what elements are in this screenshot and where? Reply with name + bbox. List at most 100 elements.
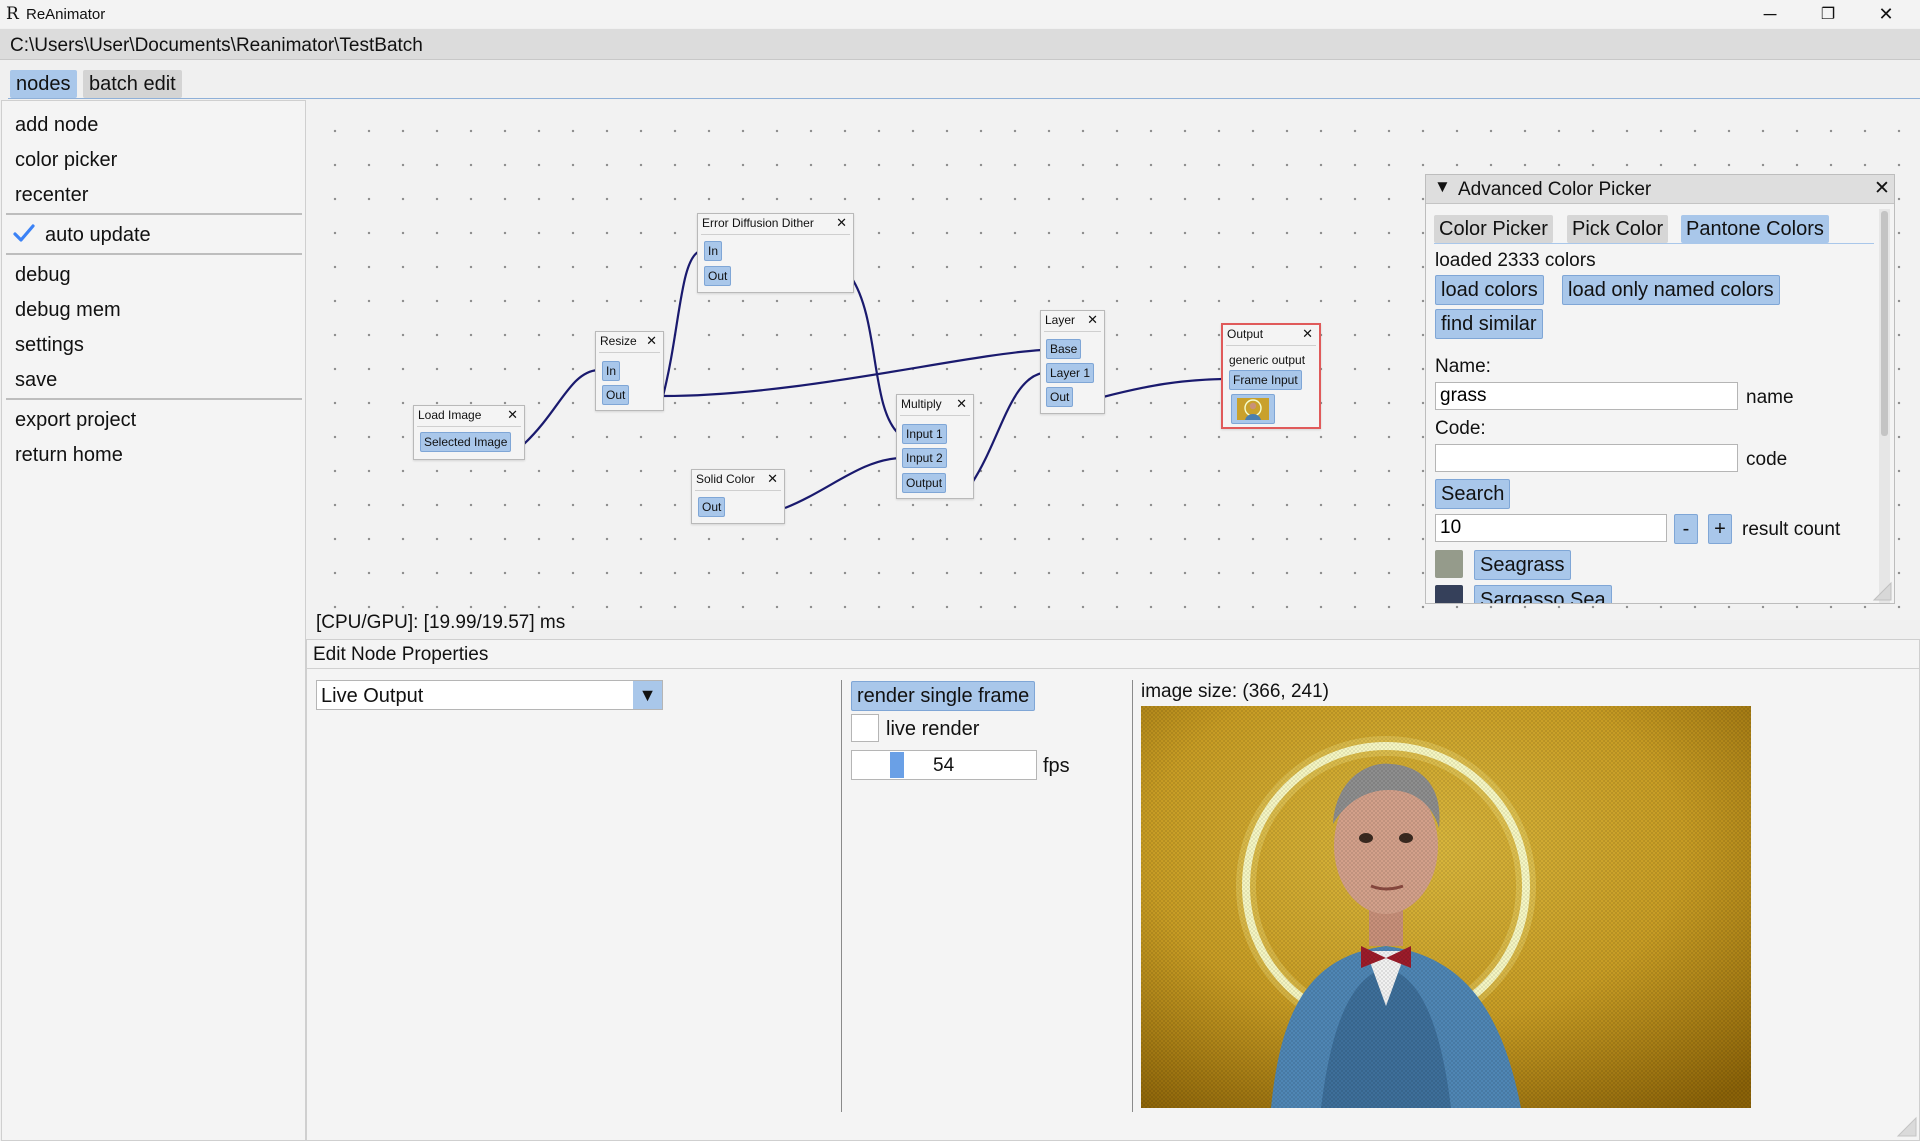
restore-button[interactable]: ❐ <box>1799 0 1857 28</box>
output-thumbnail-button[interactable] <box>1231 394 1275 424</box>
close-icon[interactable]: ✕ <box>836 215 847 231</box>
close-icon[interactable]: ✕ <box>1087 312 1098 328</box>
pin-layer-1[interactable]: Layer 1 <box>1046 363 1095 383</box>
pin-in[interactable]: In <box>602 361 621 381</box>
node-load-image[interactable]: Load Image ✕ Selected Image <box>413 405 525 460</box>
live-render-label: live render <box>886 718 980 740</box>
pin-input-2[interactable]: Input 2 <box>902 448 947 468</box>
close-icon[interactable]: ✕ <box>956 396 967 412</box>
fps-value: 54 <box>933 755 955 776</box>
advanced-color-picker-window: ▼ Advanced Color Picker ✕ Color Picker P… <box>1425 174 1895 604</box>
color-swatch[interactable] <box>1435 550 1463 578</box>
edit-panel-title: Edit Node Properties <box>313 644 489 665</box>
node-output-text: generic output <box>1229 353 1306 367</box>
close-icon[interactable]: ✕ <box>767 471 778 487</box>
colors-loaded-status: loaded 2333 colors <box>1435 250 1596 271</box>
title-bar <box>0 0 1920 28</box>
output-mode-value[interactable]: Live Output <box>321 685 423 708</box>
image-size-label: image size: (366, 241) <box>1141 681 1329 702</box>
menu-divider <box>6 398 302 400</box>
menu-debug-mem[interactable]: debug mem <box>15 299 121 322</box>
pin-in[interactable]: In <box>704 241 723 261</box>
node-divider <box>417 426 521 427</box>
code-input-label: code <box>1746 449 1788 470</box>
render-single-frame-button[interactable]: render single frame <box>851 681 1036 711</box>
menu-recenter[interactable]: recenter <box>15 184 88 207</box>
minimize-button[interactable]: ─ <box>1741 0 1799 28</box>
panel-resize-grip-icon[interactable] <box>1895 1115 1917 1137</box>
picker-title: Advanced Color Picker <box>1458 179 1652 200</box>
tab-nodes[interactable]: nodes <box>10 70 77 98</box>
node-error-diffusion-dither[interactable]: Error Diffusion Dither ✕ In Out <box>697 213 854 293</box>
result-seagrass[interactable]: Seagrass <box>1474 550 1571 580</box>
node-title: Solid Color <box>696 472 755 486</box>
resize-grip-icon[interactable] <box>1872 581 1892 601</box>
node-title: Resize <box>600 334 637 348</box>
collapse-icon[interactable]: ▼ <box>1434 177 1451 197</box>
menu-settings[interactable]: settings <box>15 334 84 357</box>
name-input[interactable] <box>1435 382 1738 410</box>
edit-panel-header <box>307 640 1919 669</box>
node-divider <box>701 234 850 235</box>
tab-underline <box>8 98 1920 99</box>
result-count-input[interactable] <box>1435 514 1667 542</box>
pin-selected-image[interactable]: Selected Image <box>420 432 512 452</box>
code-input[interactable] <box>1435 444 1738 472</box>
tab-pick-color[interactable]: Pick Color <box>1567 215 1669 243</box>
tab-batch-edit[interactable]: batch edit <box>83 70 182 98</box>
menu-color-picker[interactable]: color picker <box>15 149 117 172</box>
pin-out[interactable]: Out <box>1046 387 1074 407</box>
node-divider <box>695 490 781 491</box>
node-title: Output <box>1227 327 1264 341</box>
node-divider <box>599 352 660 353</box>
name-label: Name: <box>1435 356 1491 377</box>
decrement-button[interactable]: - <box>1674 514 1698 544</box>
node-title: Layer <box>1045 313 1076 327</box>
fps-slider-thumb[interactable] <box>889 752 904 778</box>
node-multiply[interactable]: Multiply ✕ Input 1 Input 2 Output <box>896 394 974 499</box>
live-render-checkbox[interactable] <box>851 714 879 742</box>
code-label: Code: <box>1435 418 1486 439</box>
menu-debug[interactable]: debug <box>15 264 71 287</box>
node-output[interactable]: Output ✕ generic output Frame Input <box>1221 323 1321 429</box>
menu-add-node[interactable]: add node <box>15 114 98 137</box>
side-menu <box>1 100 306 1141</box>
node-resize[interactable]: Resize ✕ In Out <box>595 331 664 411</box>
node-divider <box>1044 331 1101 332</box>
color-swatch[interactable] <box>1435 585 1463 603</box>
pin-out[interactable]: Out <box>602 385 630 405</box>
node-divider <box>900 415 970 416</box>
window-title: ReAnimator <box>26 6 106 23</box>
pin-base[interactable]: Base <box>1046 339 1082 359</box>
node-layer[interactable]: Layer ✕ Base Layer 1 Out <box>1040 310 1105 414</box>
close-icon[interactable]: ✕ <box>1874 177 1890 200</box>
close-icon[interactable]: ✕ <box>646 333 657 349</box>
picker-scrollbar-thumb[interactable] <box>1881 211 1888 436</box>
find-similar-button[interactable]: find similar <box>1435 309 1543 339</box>
pin-out[interactable]: Out <box>704 266 732 286</box>
preview-illustration <box>1141 706 1751 1108</box>
close-window-button[interactable]: ✕ <box>1857 0 1915 28</box>
result-sargasso-sea[interactable]: Sargasso Sea <box>1474 585 1612 603</box>
pin-input-1[interactable]: Input 1 <box>902 424 947 444</box>
menu-return-home[interactable]: return home <box>15 444 123 467</box>
search-button[interactable]: Search <box>1435 479 1511 509</box>
pin-out[interactable]: Out <box>698 497 726 517</box>
node-solid-color[interactable]: Solid Color ✕ Out <box>691 469 785 524</box>
column-divider <box>841 680 842 1112</box>
chevron-down-icon[interactable]: ▼ <box>633 681 662 709</box>
increment-button[interactable]: + <box>1708 514 1732 544</box>
menu-save[interactable]: save <box>15 369 57 392</box>
pin-output[interactable]: Output <box>902 473 947 493</box>
tab-color-picker[interactable]: Color Picker <box>1434 215 1553 243</box>
menu-auto-update[interactable]: auto update <box>45 224 151 247</box>
pin-frame-input[interactable]: Frame Input <box>1229 370 1302 390</box>
close-icon[interactable]: ✕ <box>1302 326 1313 342</box>
load-colors-button[interactable]: load colors <box>1435 275 1544 305</box>
load-named-colors-button[interactable]: load only named colors <box>1562 275 1780 305</box>
column-divider <box>1132 680 1133 1112</box>
tab-pantone-colors[interactable]: Pantone Colors <box>1681 215 1829 243</box>
close-icon[interactable]: ✕ <box>507 407 518 423</box>
check-icon[interactable] <box>12 222 36 244</box>
menu-export-project[interactable]: export project <box>15 409 136 432</box>
